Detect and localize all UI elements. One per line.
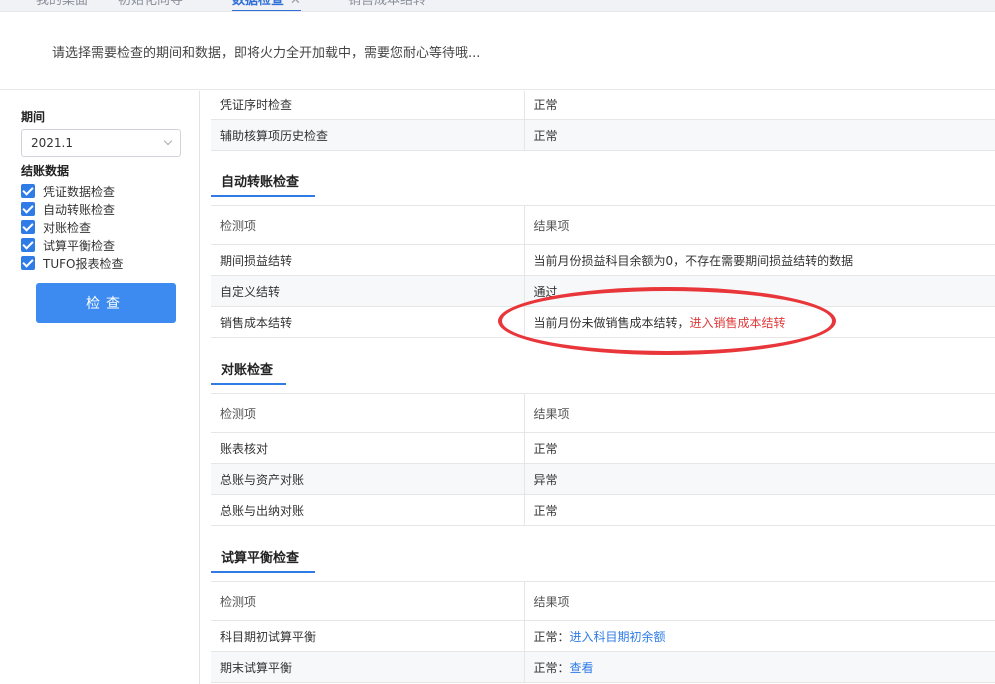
item-cell: 销售成本结转 <box>211 306 525 338</box>
trial-balance-title: 试算平衡检查 <box>211 549 315 573</box>
item-cell: 凭证序时检查 <box>211 91 525 120</box>
checkbox-checked-icon[interactable] <box>21 220 35 234</box>
chevron-down-icon <box>163 136 173 146</box>
item-cell: 账表核对 <box>211 432 525 464</box>
auto-transfer-table: 检测项 结果项 期间损益结转 当前月份损益科目余额为0，不存在需要期间损益结转的数据… <box>211 205 995 338</box>
checkbox-checked-icon[interactable] <box>21 256 35 270</box>
header-result: 结果项 <box>524 581 995 621</box>
check-reconcile-label: 对账检查 <box>43 221 92 235</box>
table-header-row: 检测项 结果项 <box>211 393 995 433</box>
item-cell: 科目期初试算平衡 <box>211 620 525 652</box>
checkbox-checked-icon[interactable] <box>21 184 35 198</box>
header-result: 结果项 <box>524 205 995 245</box>
result-text: 正常： <box>533 660 570 675</box>
result-cell: 当前月份未做销售成本结转，进入销售成本结转 <box>524 306 995 338</box>
result-cell-error: 异常 <box>524 463 995 495</box>
result-cell: 正常 <box>524 91 995 120</box>
voucher-table: 凭证序时检查 正常 辅助核算项历史检查 正常 <box>211 91 995 151</box>
sidebar: 期间 2021.1 结账数据 凭证数据检查 自动转账检查 对账检查 试算平衡检查… <box>0 91 200 684</box>
checkbox-checked-icon[interactable] <box>21 238 35 252</box>
table-row: 账表核对 正常 <box>211 432 995 464</box>
table-header-row: 检测项 结果项 <box>211 205 995 245</box>
item-cell: 总账与资产对账 <box>211 463 525 495</box>
result-cell: 正常：进入科目期初余额 <box>524 620 995 652</box>
item-cell: 期间损益结转 <box>211 244 525 276</box>
period-value: 2021.1 <box>31 136 73 150</box>
header-result: 结果项 <box>524 393 995 433</box>
table-header-row: 检测项 结果项 <box>211 581 995 621</box>
result-cell: 正常 <box>524 119 995 151</box>
tab-data-check[interactable]: 数据检查 ✕ <box>232 0 301 11</box>
table-row: 期末试算平衡 正常：查看 <box>211 651 995 683</box>
data-label: 结账数据 <box>21 164 70 178</box>
trial-balance-table: 检测项 结果项 科目期初试算平衡 正常：进入科目期初余额 期末试算平衡 正常：查看 <box>211 581 995 683</box>
table-row: 总账与资产对账 异常 <box>211 463 995 495</box>
header-item: 检测项 <box>211 393 525 433</box>
table-row: 科目期初试算平衡 正常：进入科目期初余额 <box>211 620 995 652</box>
header-item: 检测项 <box>211 205 525 245</box>
item-cell: 期末试算平衡 <box>211 651 525 683</box>
table-row: 凭证序时检查 正常 <box>211 91 995 120</box>
tab-sales-cost-transfer[interactable]: 销售成本结转 <box>348 0 426 11</box>
result-text: 正常： <box>533 629 570 644</box>
result-cell: 正常 <box>524 494 995 526</box>
opening-balance-link[interactable]: 进入科目期初余额 <box>570 630 666 644</box>
notice-text: 请选择需要检查的期间和数据，即将火力全开加载中，需要您耐心等待哦... <box>52 46 481 61</box>
table-row: 销售成本结转 当前月份未做销售成本结转，进入销售成本结转 <box>211 306 995 338</box>
result-cell: 正常：查看 <box>524 651 995 683</box>
table-row: 总账与出纳对账 正常 <box>211 494 995 526</box>
result-cell: 正常 <box>524 432 995 464</box>
checkbox-checked-icon[interactable] <box>21 202 35 216</box>
result-text: 当前月份未做销售成本结转， <box>533 315 690 330</box>
period-select[interactable]: 2021.1 <box>21 129 181 157</box>
tab-my-desktop[interactable]: 我的桌面 <box>36 0 88 11</box>
results-panel: 凭证序时检查 正常 辅助核算项历史检查 正常 自动转账检查 检测项 结果项 期间损益结… <box>200 91 995 684</box>
check-trial-balance-label: 试算平衡检查 <box>43 239 116 253</box>
table-row: 辅助核算项历史检查 正常 <box>211 119 995 151</box>
result-cell: 当前月份损益科目余额为0，不存在需要期间损益结转的数据 <box>524 244 995 276</box>
item-cell: 自定义结转 <box>211 275 525 307</box>
check-voucher-label: 凭证数据检查 <box>43 185 116 199</box>
period-label: 期间 <box>21 110 46 124</box>
item-cell: 总账与出纳对账 <box>211 494 525 526</box>
tab-data-check-label: 数据检查 <box>232 0 285 8</box>
table-row: 自定义结转 通过 <box>211 275 995 307</box>
check-tufo-report-label: TUFO报表检查 <box>43 257 124 271</box>
header-item: 检测项 <box>211 581 525 621</box>
check-button[interactable]: 检查 <box>36 283 176 323</box>
table-row: 期间损益结转 当前月份损益科目余额为0，不存在需要期间损益结转的数据 <box>211 244 995 276</box>
sales-cost-transfer-link[interactable]: 进入销售成本结转 <box>690 316 786 330</box>
auto-transfer-title: 自动转账检查 <box>211 173 315 197</box>
tab-bar: 我的桌面 初始化向导 数据检查 ✕ 销售成本结转 <box>0 0 995 12</box>
view-link[interactable]: 查看 <box>570 661 594 675</box>
reconcile-title: 对账检查 <box>211 361 286 385</box>
notice-bar: 请选择需要检查的期间和数据，即将火力全开加载中，需要您耐心等待哦... <box>0 12 995 90</box>
tab-init-wizard[interactable]: 初始化向导 <box>118 0 183 11</box>
close-icon[interactable]: ✕ <box>290 0 301 8</box>
item-cell: 辅助核算项历史检查 <box>211 119 525 151</box>
reconcile-table: 检测项 结果项 账表核对 正常 总账与资产对账 异常 总账与出纳对账 正常 <box>211 393 995 526</box>
check-auto-transfer-label: 自动转账检查 <box>43 203 116 217</box>
result-cell: 通过 <box>524 275 995 307</box>
